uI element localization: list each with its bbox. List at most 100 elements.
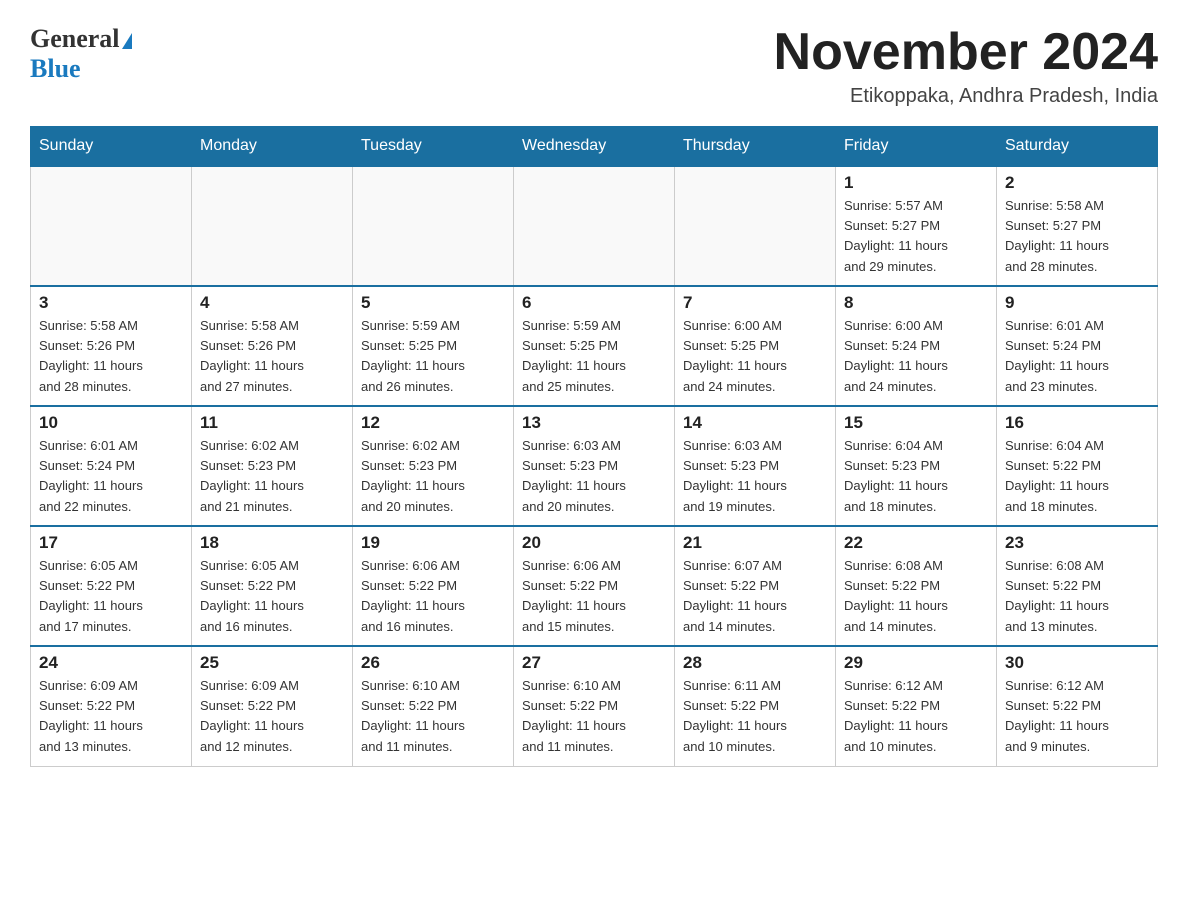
day-number: 1 [844,173,988,193]
day-number: 28 [683,653,827,673]
day-number: 23 [1005,533,1149,553]
day-number: 29 [844,653,988,673]
month-title: November 2024 [774,24,1158,81]
weekday-header-monday: Monday [192,127,353,167]
day-info: Sunrise: 6:02 AM Sunset: 5:23 PM Dayligh… [200,436,344,517]
week-row-3: 10 Sunrise: 6:01 AM Sunset: 5:24 PM Dayli… [31,406,1158,526]
day-info: Sunrise: 5:59 AM Sunset: 5:25 PM Dayligh… [522,316,666,397]
calendar-cell: 10 Sunrise: 6:01 AM Sunset: 5:24 PM Dayli… [31,406,192,526]
day-number: 22 [844,533,988,553]
day-number: 26 [361,653,505,673]
calendar-cell: 29 Sunrise: 6:12 AM Sunset: 5:22 PM Dayli… [836,646,997,766]
location: Etikoppaka, Andhra Pradesh, India [774,85,1158,108]
day-info: Sunrise: 5:58 AM Sunset: 5:27 PM Dayligh… [1005,196,1149,277]
day-info: Sunrise: 6:06 AM Sunset: 5:22 PM Dayligh… [522,556,666,637]
day-info: Sunrise: 6:07 AM Sunset: 5:22 PM Dayligh… [683,556,827,637]
day-number: 13 [522,413,666,433]
day-number: 20 [522,533,666,553]
calendar-cell: 11 Sunrise: 6:02 AM Sunset: 5:23 PM Dayli… [192,406,353,526]
calendar-cell: 22 Sunrise: 6:08 AM Sunset: 5:22 PM Dayli… [836,526,997,646]
day-number: 11 [200,413,344,433]
day-number: 9 [1005,293,1149,313]
day-number: 7 [683,293,827,313]
day-number: 16 [1005,413,1149,433]
day-info: Sunrise: 6:12 AM Sunset: 5:22 PM Dayligh… [844,676,988,757]
calendar-cell: 18 Sunrise: 6:05 AM Sunset: 5:22 PM Dayli… [192,526,353,646]
calendar-cell: 25 Sunrise: 6:09 AM Sunset: 5:22 PM Dayli… [192,646,353,766]
week-row-4: 17 Sunrise: 6:05 AM Sunset: 5:22 PM Dayli… [31,526,1158,646]
day-number: 5 [361,293,505,313]
week-row-1: 1 Sunrise: 5:57 AM Sunset: 5:27 PM Daylig… [31,166,1158,286]
day-info: Sunrise: 6:05 AM Sunset: 5:22 PM Dayligh… [39,556,183,637]
day-info: Sunrise: 5:59 AM Sunset: 5:25 PM Dayligh… [361,316,505,397]
logo-top: General [30,24,132,54]
day-number: 27 [522,653,666,673]
logo-triangle-icon [122,33,132,49]
calendar-cell: 4Sunrise: 5:58 AM Sunset: 5:26 PM Daylig… [192,286,353,406]
week-row-5: 24 Sunrise: 6:09 AM Sunset: 5:22 PM Dayli… [31,646,1158,766]
weekday-header-saturday: Saturday [997,127,1158,167]
calendar-cell: 3 Sunrise: 5:58 AM Sunset: 5:26 PM Daylig… [31,286,192,406]
calendar-cell: 2 Sunrise: 5:58 AM Sunset: 5:27 PM Daylig… [997,166,1158,286]
calendar-cell [514,166,675,286]
calendar-cell: 20 Sunrise: 6:06 AM Sunset: 5:22 PM Dayli… [514,526,675,646]
weekday-header-row: SundayMondayTuesdayWednesdayThursdayFrid… [31,127,1158,167]
logo-general-text: General [30,24,120,54]
calendar-cell: 13 Sunrise: 6:03 AM Sunset: 5:23 PM Dayli… [514,406,675,526]
day-number: 8 [844,293,988,313]
day-info: Sunrise: 6:01 AM Sunset: 5:24 PM Dayligh… [39,436,183,517]
weekday-header-tuesday: Tuesday [353,127,514,167]
calendar-cell [31,166,192,286]
day-info: Sunrise: 5:58 AM Sunset: 5:26 PM Dayligh… [39,316,183,397]
day-info: Sunrise: 6:09 AM Sunset: 5:22 PM Dayligh… [200,676,344,757]
day-number: 17 [39,533,183,553]
day-info: Sunrise: 6:10 AM Sunset: 5:22 PM Dayligh… [522,676,666,757]
day-info: Sunrise: 6:02 AM Sunset: 5:23 PM Dayligh… [361,436,505,517]
calendar-cell: 9 Sunrise: 6:01 AM Sunset: 5:24 PM Daylig… [997,286,1158,406]
calendar-cell: 8 Sunrise: 6:00 AM Sunset: 5:24 PM Daylig… [836,286,997,406]
day-number: 3 [39,293,183,313]
calendar-cell: 5 Sunrise: 5:59 AM Sunset: 5:25 PM Daylig… [353,286,514,406]
calendar-cell: 14 Sunrise: 6:03 AM Sunset: 5:23 PM Dayli… [675,406,836,526]
day-info: Sunrise: 5:58 AM Sunset: 5:26 PM Dayligh… [200,316,344,397]
day-number: 10 [39,413,183,433]
day-info: Sunrise: 6:01 AM Sunset: 5:24 PM Dayligh… [1005,316,1149,397]
logo-blue-text: Blue [30,54,81,84]
day-number: 2 [1005,173,1149,193]
calendar-cell: 1 Sunrise: 5:57 AM Sunset: 5:27 PM Daylig… [836,166,997,286]
day-info: Sunrise: 6:11 AM Sunset: 5:22 PM Dayligh… [683,676,827,757]
calendar-cell: 16 Sunrise: 6:04 AM Sunset: 5:22 PM Dayli… [997,406,1158,526]
calendar-table: SundayMondayTuesdayWednesdayThursdayFrid… [30,126,1158,767]
day-number: 30 [1005,653,1149,673]
day-number: 25 [200,653,344,673]
day-number: 12 [361,413,505,433]
calendar-cell [675,166,836,286]
calendar-cell: 19Sunrise: 6:06 AM Sunset: 5:22 PM Dayli… [353,526,514,646]
day-info: Sunrise: 6:00 AM Sunset: 5:24 PM Dayligh… [844,316,988,397]
weekday-header-wednesday: Wednesday [514,127,675,167]
day-info: Sunrise: 5:57 AM Sunset: 5:27 PM Dayligh… [844,196,988,277]
calendar-cell: 30Sunrise: 6:12 AM Sunset: 5:22 PM Dayli… [997,646,1158,766]
weekday-header-friday: Friday [836,127,997,167]
day-info: Sunrise: 6:03 AM Sunset: 5:23 PM Dayligh… [522,436,666,517]
logo: General Blue [30,24,132,84]
calendar-cell: 15Sunrise: 6:04 AM Sunset: 5:23 PM Dayli… [836,406,997,526]
day-number: 14 [683,413,827,433]
day-info: Sunrise: 6:04 AM Sunset: 5:22 PM Dayligh… [1005,436,1149,517]
calendar-cell: 26 Sunrise: 6:10 AM Sunset: 5:22 PM Dayli… [353,646,514,766]
day-info: Sunrise: 6:09 AM Sunset: 5:22 PM Dayligh… [39,676,183,757]
calendar-cell: 7Sunrise: 6:00 AM Sunset: 5:25 PM Daylig… [675,286,836,406]
calendar-cell: 6Sunrise: 5:59 AM Sunset: 5:25 PM Daylig… [514,286,675,406]
week-row-2: 3 Sunrise: 5:58 AM Sunset: 5:26 PM Daylig… [31,286,1158,406]
day-info: Sunrise: 6:10 AM Sunset: 5:22 PM Dayligh… [361,676,505,757]
day-info: Sunrise: 6:03 AM Sunset: 5:23 PM Dayligh… [683,436,827,517]
calendar-cell: 27 Sunrise: 6:10 AM Sunset: 5:22 PM Dayli… [514,646,675,766]
day-info: Sunrise: 6:06 AM Sunset: 5:22 PM Dayligh… [361,556,505,637]
day-info: Sunrise: 6:08 AM Sunset: 5:22 PM Dayligh… [1005,556,1149,637]
day-number: 18 [200,533,344,553]
calendar-cell [192,166,353,286]
day-info: Sunrise: 6:05 AM Sunset: 5:22 PM Dayligh… [200,556,344,637]
calendar-cell [353,166,514,286]
day-info: Sunrise: 6:08 AM Sunset: 5:22 PM Dayligh… [844,556,988,637]
day-number: 24 [39,653,183,673]
